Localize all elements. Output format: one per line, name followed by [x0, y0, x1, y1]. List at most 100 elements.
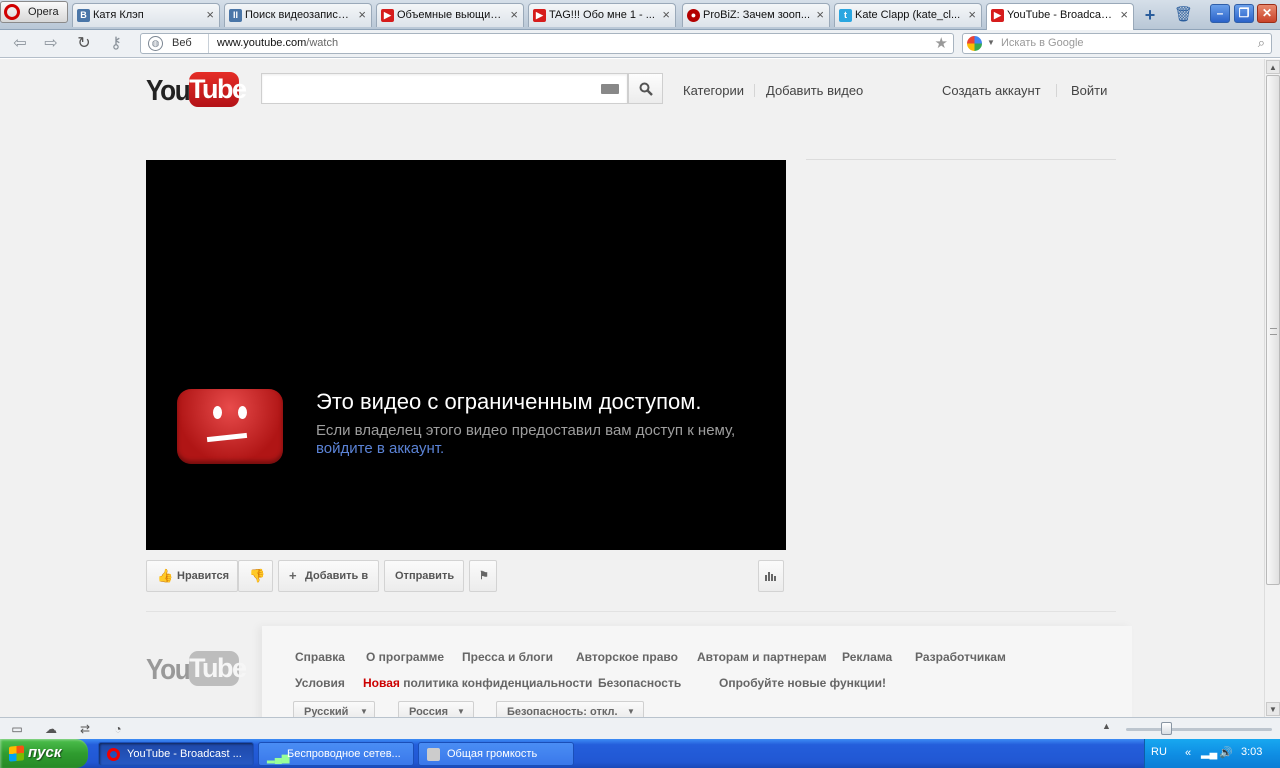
- restore-button[interactable]: ❐: [1234, 4, 1254, 23]
- safety-mode-value: Безопасность: откл.: [507, 706, 618, 717]
- wireless-signal-icon: ▂▄▆: [267, 753, 290, 764]
- start-label: пуск: [28, 744, 62, 761]
- close-window-button[interactable]: ✕: [1257, 4, 1277, 23]
- reload-icon[interactable]: ↻: [73, 34, 95, 54]
- chevron-up-icon[interactable]: ▲: [1102, 721, 1111, 731]
- footer-link-press[interactable]: Пресса и блоги: [462, 650, 553, 664]
- probiz-icon: ●: [687, 9, 700, 22]
- bookmark-star-icon[interactable]: ★: [935, 34, 948, 52]
- scroll-up-icon[interactable]: ▲: [1266, 60, 1280, 74]
- language-indicator[interactable]: RU: [1151, 746, 1167, 758]
- footer-link-developers[interactable]: Разработчикам: [915, 650, 1006, 664]
- footer-link-help[interactable]: Справка: [295, 650, 345, 664]
- video-player[interactable]: Это видео с ограниченным доступом. Если …: [146, 160, 786, 550]
- browser-tab-bar: Opera B Катя Клэп × II Поиск видеозаписе…: [0, 0, 1280, 30]
- youtube-search-input[interactable]: [261, 73, 628, 104]
- forward-icon[interactable]: ⇨: [40, 34, 62, 54]
- panel-toggle-icon[interactable]: ▭: [9, 721, 25, 737]
- browser-tab[interactable]: B Катя Клэп ×: [72, 3, 220, 27]
- chevron-down-icon[interactable]: ▼: [987, 38, 995, 47]
- footer-link-advertising[interactable]: Реклама: [842, 650, 892, 664]
- keyboard-icon[interactable]: [601, 84, 619, 94]
- back-icon[interactable]: ⇦: [9, 34, 31, 54]
- start-button[interactable]: пуск: [0, 739, 88, 768]
- new-tab-button[interactable]: +: [1140, 5, 1160, 25]
- address-field[interactable]: ◍ Веб www.youtube.com/watch ★: [140, 33, 954, 54]
- opera-link-icon[interactable]: ⇄: [77, 721, 93, 737]
- sign-in-link[interactable]: Войти: [1071, 83, 1107, 98]
- browser-tab[interactable]: ▶ Объемные вьющие... ×: [376, 3, 524, 27]
- mouth: [206, 432, 248, 443]
- zoom-slider[interactable]: [1126, 728, 1272, 731]
- vertical-scrollbar[interactable]: ▲ ▼: [1264, 59, 1280, 717]
- scroll-down-icon[interactable]: ▼: [1266, 702, 1280, 716]
- sign-in-prompt-link[interactable]: войдите в аккаунт.: [316, 440, 444, 457]
- browser-tab[interactable]: II Поиск видеозаписе... ×: [224, 3, 372, 27]
- search-icon[interactable]: ⌕: [1258, 35, 1265, 51]
- upload-link[interactable]: Добавить видео: [766, 83, 863, 98]
- opera-unite-icon[interactable]: ☁: [43, 721, 59, 737]
- logo-tube: Tube: [189, 651, 247, 686]
- opera-menu-button[interactable]: Opera: [0, 1, 68, 23]
- create-account-link[interactable]: Создать аккаунт: [942, 83, 1041, 98]
- tab-close-icon[interactable]: ×: [1120, 7, 1128, 22]
- tray-expand-icon[interactable]: «: [1181, 746, 1195, 760]
- vk-icon: B: [77, 9, 90, 22]
- tab-close-icon[interactable]: ×: [968, 7, 976, 22]
- search-placeholder: Искать в Google: [1001, 37, 1084, 49]
- zoom-slider-thumb[interactable]: [1161, 722, 1172, 735]
- safety-mode-select[interactable]: Безопасность: откл. ▼: [496, 701, 644, 717]
- tab-close-icon[interactable]: ×: [206, 7, 214, 22]
- browser-tab-active[interactable]: ▶ YouTube - Broadcas... ×: [986, 3, 1134, 30]
- minimize-button[interactable]: –: [1210, 4, 1230, 23]
- restricted-message: Если владелец этого видео предоставил ва…: [316, 422, 736, 439]
- turbo-icon[interactable]: ◔: [110, 721, 126, 737]
- logo-tube: Tube: [189, 72, 247, 107]
- youtube-icon: ▶: [991, 9, 1004, 22]
- language-select[interactable]: Русский ▼: [293, 701, 375, 717]
- browser-search-field[interactable]: ▼ Искать в Google ⌕: [962, 33, 1272, 54]
- browser-tab[interactable]: ▶ TAG!!! Обо мне 1 - ... ×: [528, 3, 676, 27]
- share-label: Отправить: [395, 570, 455, 582]
- footer-link-try-new[interactable]: Опробуйте новые функции!: [719, 676, 886, 690]
- twitter-icon: t: [839, 9, 852, 22]
- browser-tab[interactable]: ● ProBiZ: Зачем зооп... ×: [682, 3, 830, 27]
- youtube-search-button[interactable]: [628, 73, 663, 104]
- tab-close-icon[interactable]: ×: [510, 7, 518, 22]
- country-select[interactable]: Россия ▼: [398, 701, 474, 717]
- footer-link-terms[interactable]: Условия: [295, 676, 345, 690]
- tab-close-icon[interactable]: ×: [358, 7, 366, 22]
- google-icon[interactable]: [967, 36, 982, 51]
- dislike-button[interactable]: 👎: [238, 560, 273, 592]
- footer-link-about[interactable]: О программе: [366, 650, 444, 664]
- taskbar-item-wireless[interactable]: ▂▄▆ Беспроводное сетев...: [258, 742, 414, 766]
- footer-link-safety[interactable]: Безопасность: [598, 676, 681, 690]
- categories-link[interactable]: Категории: [683, 83, 744, 98]
- key-icon[interactable]: ⚷: [105, 34, 127, 54]
- opera-icon: [107, 748, 120, 761]
- network-signal-icon[interactable]: ▂▄: [1201, 746, 1217, 760]
- share-button[interactable]: Отправить: [384, 560, 464, 592]
- stats-button[interactable]: [758, 560, 784, 592]
- system-tray: RU « ▂▄ 🔊 3:03: [1144, 739, 1280, 768]
- volume-mixer-icon: [427, 748, 440, 761]
- address-url[interactable]: www.youtube.com/watch: [217, 37, 338, 49]
- add-to-button[interactable]: + Добавить в: [278, 560, 379, 592]
- tab-title: YouTube - Broadcas...: [1007, 9, 1115, 21]
- footer-link-privacy[interactable]: Новая политика конфиденциальности: [363, 676, 592, 690]
- chevron-down-icon: ▼: [627, 707, 635, 716]
- trash-icon[interactable]: 🗑: [1174, 5, 1193, 25]
- footer-link-copyright[interactable]: Авторское право: [576, 650, 678, 664]
- flag-button[interactable]: ⚑: [469, 560, 497, 592]
- tab-title: Катя Клэп: [93, 9, 144, 21]
- tab-close-icon[interactable]: ×: [662, 7, 670, 22]
- tab-close-icon[interactable]: ×: [816, 7, 824, 22]
- taskbar-item-volume[interactable]: Общая громкость: [418, 742, 574, 766]
- browser-tab[interactable]: t Kate Clapp (kate_cl... ×: [834, 3, 982, 27]
- footer-link-creators[interactable]: Авторам и партнерам: [697, 650, 827, 664]
- speaker-icon[interactable]: 🔊: [1219, 746, 1233, 760]
- like-button[interactable]: 👍 Нравится: [146, 560, 238, 592]
- scrollbar-thumb[interactable]: [1266, 75, 1280, 585]
- taskbar-item-opera[interactable]: YouTube - Broadcast ...: [98, 742, 254, 766]
- address-toolbar: ⇦ ⇨ ↻ ⚷ ◍ Веб www.youtube.com/watch ★ ▼ …: [0, 30, 1280, 58]
